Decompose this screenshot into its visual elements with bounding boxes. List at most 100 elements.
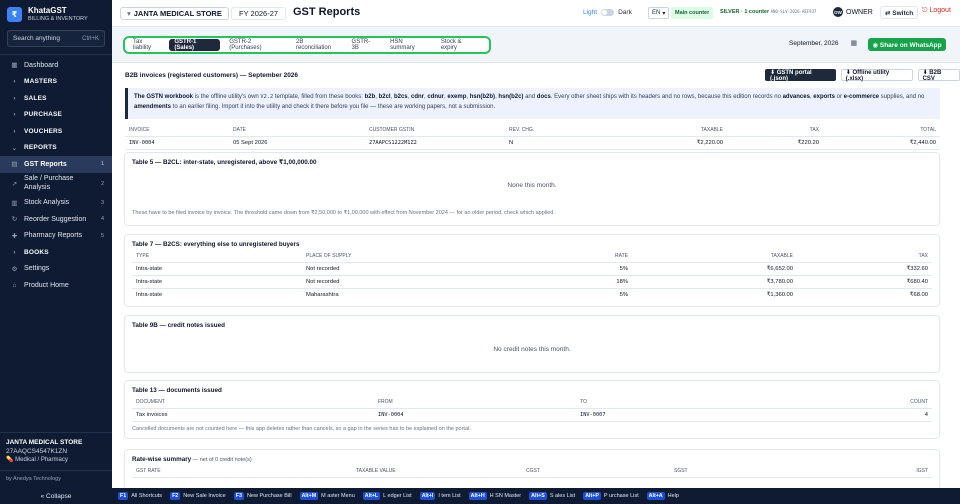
column-header: DOCUMENT (132, 397, 374, 409)
language-select[interactable]: EN ▾ (648, 7, 670, 19)
date-cell: 05 Sept 2026 (229, 136, 365, 150)
sidebar-item-sale-purchase-analysis[interactable]: ↗ Sale / Purchase Analysis 2 (0, 173, 112, 195)
to-cell: INV-0007 (576, 408, 776, 422)
shop-selector[interactable]: ▾ JANTA MEDICAL STORE (120, 7, 229, 20)
shortcut-all-shortcuts[interactable]: F1 All Shortcuts (118, 492, 162, 500)
sidebar-item-reports[interactable]: ⌄ REPORTS (0, 140, 112, 157)
tax-cell: ₹332.60 (797, 262, 932, 276)
sidebar-item-label: Reorder Suggestion (24, 215, 87, 223)
financial-year-selector[interactable]: FY 2026-27 (231, 7, 287, 20)
sidebar-item-pharmacy-reports[interactable]: ✚ Pharmacy Reports 5 (0, 228, 112, 245)
shortcut-l-edger-list[interactable]: Alt+L L edger List (362, 492, 412, 500)
chevron-down-icon: ▾ (127, 9, 131, 18)
theme-switch[interactable]: Light Dark (583, 9, 632, 16)
shortcut-key: Alt+A (646, 492, 665, 500)
share-whatsapp-button[interactable]: ◉ Share on WhatsApp (868, 38, 946, 51)
sidebar-item-dashboard[interactable]: ▦ Dashboard (0, 57, 112, 74)
avatar: OW (833, 7, 843, 17)
info-strong: The GSTN workbook (134, 94, 194, 100)
tab-tax-liability[interactable]: Tax liability (128, 39, 165, 51)
sidebar-item-gst-reports[interactable]: ▤ GST Reports 1 (0, 156, 112, 173)
table-row[interactable]: INV-0004 05 Sept 2026 27AAPCS1222M1Z2 N … (125, 136, 940, 150)
shortcut-help[interactable]: Alt+A Help (646, 492, 679, 500)
sidebar-item-stock-analysis[interactable]: ▥ Stock Analysis 3 (0, 195, 112, 212)
collapse-sidebar-button[interactable]: « Collapse (0, 488, 112, 504)
total-cell: ₹2,440.00 (823, 136, 940, 150)
table-row[interactable]: Intra-state Not recorded 5% ₹6,652.00 ₹3… (132, 262, 932, 276)
tab-gstr-1-sales[interactable]: GSTR-1 (Sales) (169, 39, 221, 51)
page-title: GST Reports (293, 6, 361, 18)
byline: by Anedya Technology (6, 476, 61, 482)
tab-gstr-2-purchases[interactable]: GSTR-2 (Purchases) (224, 39, 287, 51)
sidebar-divider (0, 470, 112, 471)
brand[interactable]: ₹ KhataGST BILLING & INVENTORY (7, 6, 88, 23)
sidebar-item-label: REPORTS (24, 144, 57, 152)
report-tabs: Tax liability GSTR-1 (Sales) GSTR-2 (Purch… (123, 36, 491, 54)
shortcut-label: H SN Master (489, 493, 522, 499)
shortcut-h-sn-master[interactable]: Alt+H H SN Master (468, 492, 522, 500)
column-header: FROM (374, 397, 576, 409)
column-header: TO (576, 397, 776, 409)
shortcut-label: S ales List (549, 493, 576, 499)
shortcut-new-purchase-bill[interactable]: F3 New Purchase Bill (233, 492, 292, 500)
column-header: SGST (670, 466, 810, 478)
sidebar-item-sales[interactable]: › SALES (0, 90, 112, 107)
sidebar-item-label: Dashboard (24, 61, 59, 69)
sidebar: ₹ KhataGST BILLING & INVENTORY Search an… (0, 0, 112, 504)
b2b-section-title: B2B invoices (registered customers) — Se… (125, 72, 299, 79)
user-role: OWNER (846, 8, 873, 16)
sidebar-item-vouchers[interactable]: › VOUCHERS (0, 123, 112, 140)
tab-2b-reconciliation[interactable]: 2B reconciliation (291, 39, 343, 51)
table-row[interactable]: Intra-state Not recorded 18% ₹3,780.00 ₹… (132, 275, 932, 289)
sidebar-search-input[interactable]: Search anything Ctrl+K (7, 30, 105, 47)
shortcut-p-urchase-list[interactable]: Alt+P P urchase List (583, 492, 639, 500)
counter-badge: Main counter (671, 7, 714, 19)
column-header: TAXABLE VALUE (352, 466, 522, 478)
shortcut-key: Alt+L (362, 492, 381, 500)
info-book: b2cl (378, 94, 391, 100)
sidebar-item-reorder-suggestion[interactable]: ↻ Reorder Suggestion 4 (0, 211, 112, 228)
shortcut-m-aster-menu[interactable]: Alt+M M aster Menu (299, 492, 355, 500)
documents-card: Table 13 — documents issued DOCUMENT FRO… (124, 380, 940, 439)
shortcut-i-tem-list[interactable]: Alt+I I tem List (419, 492, 461, 500)
tab-hsn-summary[interactable]: HSN summary (385, 39, 432, 51)
language-value: EN (652, 10, 661, 16)
sidebar-item-label: GST Reports (24, 160, 67, 168)
sidebar-item-masters[interactable]: › MASTERS (0, 74, 112, 91)
type-cell: Intra-state (136, 291, 163, 298)
logout-button[interactable]: ⎋ Logout (922, 7, 951, 15)
download-b2b-csv-button[interactable]: ⬇ B2B CSV (917, 69, 960, 82)
table-row[interactable]: Intra-state Maharashtra 5% ₹1,360.00 ₹68… (132, 288, 932, 301)
sidebar-item-purchase[interactable]: › PURCHASE (0, 107, 112, 124)
shortcut-key: Alt+I (419, 492, 436, 500)
shortcut-label: New Sale Invoice (183, 493, 226, 499)
column-header: RATE (502, 251, 632, 263)
b2cl-title: Table 5 — B2CL: inter-state, unregistere… (132, 159, 317, 166)
shortcut-new-sale-invoice[interactable]: F2 New Sale Invoice (170, 492, 226, 500)
column-header: IGST (810, 466, 932, 478)
credit-notes-card: Table 9B — credit notes issued No credit… (124, 315, 940, 373)
shortcut-label: I tem List (438, 493, 461, 499)
switch-user-button[interactable]: ⇄ Switch (880, 6, 919, 19)
shortcut-s-ales-list[interactable]: Alt+S S ales List (529, 492, 575, 500)
sidebar-item-settings[interactable]: ⚙ Settings (0, 261, 112, 278)
shortcut-number: 5 (100, 232, 104, 239)
document-cell: Tax invoices (132, 408, 374, 422)
reverse-charge-cell: N (505, 136, 605, 150)
column-header: GST RATE (132, 466, 352, 478)
user-menu[interactable]: OW OWNER (833, 7, 873, 17)
info-book: docs (536, 94, 551, 100)
sidebar-item-books[interactable]: › BOOKS (0, 244, 112, 261)
sidebar-item-product-home[interactable]: ⌂ Product Home (0, 277, 112, 294)
table-row[interactable]: Tax invoices INV-0004 INV-0007 4 (132, 408, 932, 422)
period-picker[interactable]: September, 2026 ▦ (789, 39, 858, 48)
search-shortcut: Ctrl+K (82, 35, 99, 42)
download-gstn-json-button[interactable]: ⬇ GSTN portal (.json) (765, 69, 836, 82)
theme-toggle[interactable] (601, 9, 615, 16)
b2cs-table: TYPE PLACE OF SUPPLY RATE TAXABLE TAX In… (132, 251, 932, 301)
calendar-icon[interactable]: ▦ (851, 39, 858, 47)
chevron-icon: › (13, 94, 16, 102)
tab-stock-expiry[interactable]: Stock & expiry (436, 39, 482, 51)
download-offline-utility-button[interactable]: ⬇ Offline utility (.xlsx) (840, 69, 913, 82)
tab-gstr-3b[interactable]: GSTR-3B (347, 39, 382, 51)
